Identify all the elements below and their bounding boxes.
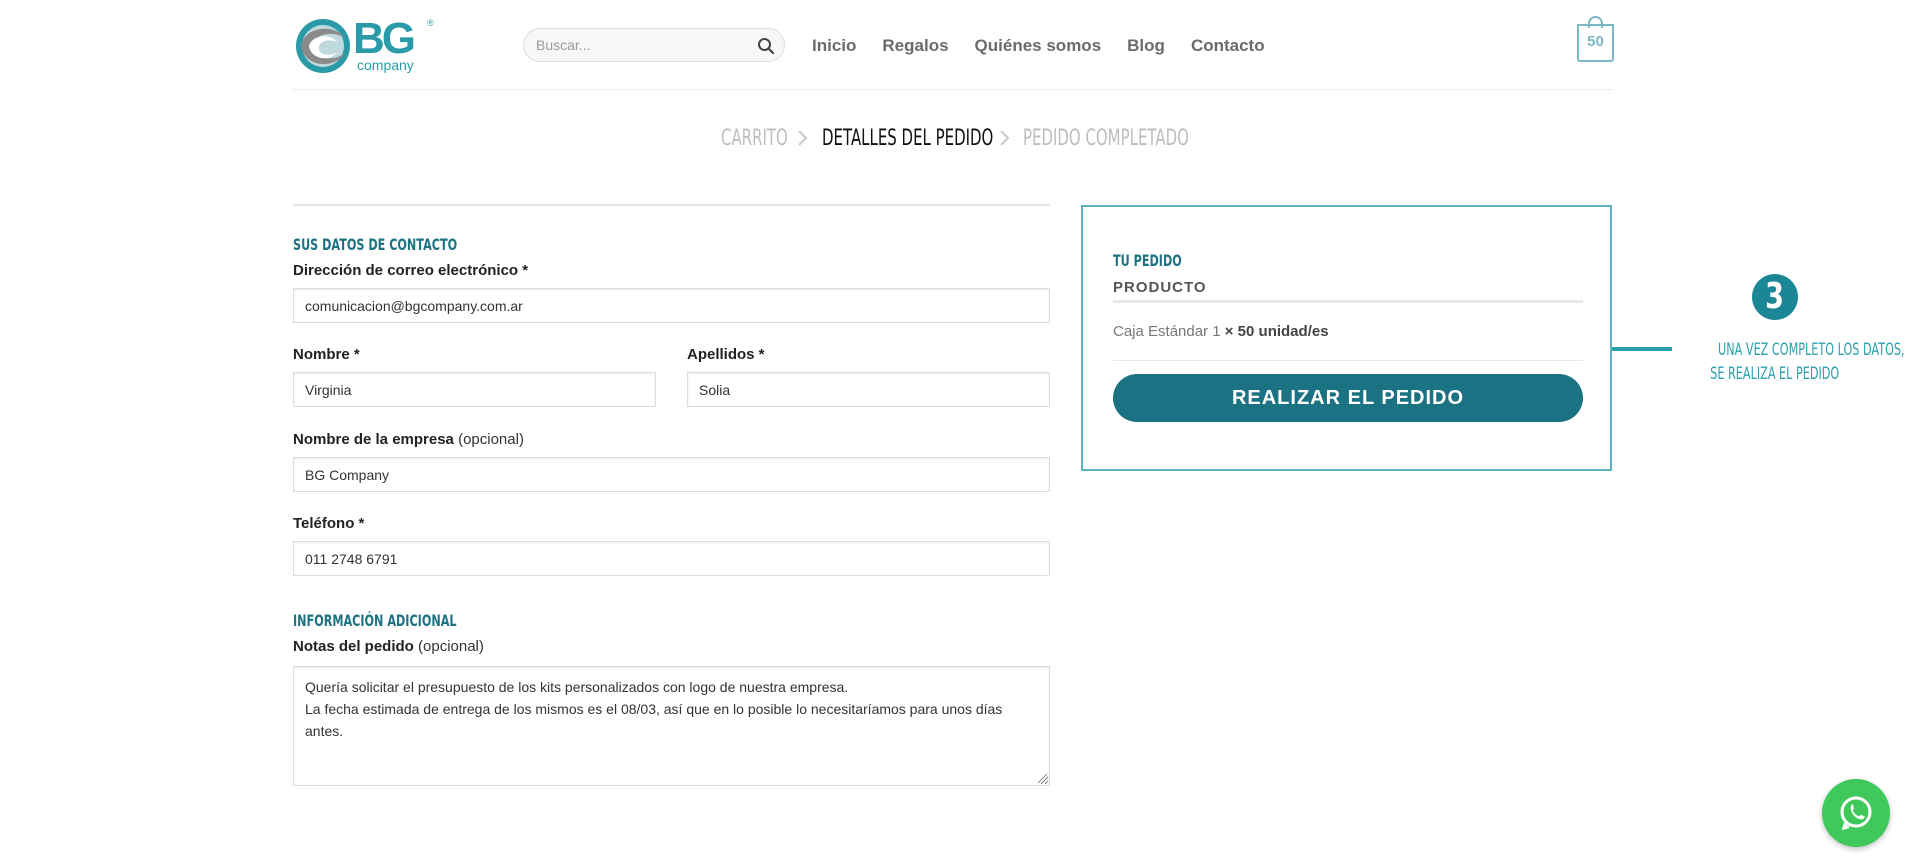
product-column-header: PRODUCTO	[1113, 279, 1583, 303]
email-field[interactable]	[293, 288, 1050, 323]
logo[interactable]: BG company ®	[293, 14, 434, 74]
order-item: Caja Estándar 1 × 50 unidad/es	[1113, 323, 1583, 361]
cart-handle	[1588, 16, 1603, 28]
annotation-text: UNA VEZ COMPLETO LOS DATOS, SE REALIZA E…	[1670, 338, 1904, 386]
notes-label: Notas del pedido (opcional)	[293, 638, 484, 655]
step-chevron-icon	[797, 128, 809, 153]
email-label: Dirección de correo electrónico *	[293, 262, 529, 279]
annotation-line-2: SE REALIZA EL PEDIDO	[1710, 364, 1840, 384]
company-field[interactable]	[293, 457, 1050, 492]
nav-item-contacto[interactable]: Contacto	[1191, 36, 1265, 56]
company-label: Nombre de la empresa (opcional)	[293, 431, 524, 448]
whatsapp-button[interactable]	[1822, 779, 1890, 847]
nav-item-blog[interactable]: Blog	[1127, 36, 1165, 56]
last-name-field[interactable]	[687, 372, 1050, 407]
logo-swirl-icon	[293, 16, 357, 74]
company-optional: (opcional)	[458, 431, 524, 448]
annotation-number: 3	[1765, 276, 1785, 317]
contact-section-title: SUS DATOS DE CONTACTO	[293, 235, 458, 254]
order-title: TU PEDIDO	[1113, 251, 1182, 270]
order-item-name: Caja Estándar 1	[1113, 323, 1221, 340]
annotation-step-badge: 3	[1752, 274, 1798, 320]
step-completed: PEDIDO COMPLETADO	[1023, 126, 1189, 151]
step-chevron-icon	[999, 128, 1011, 153]
search-input[interactable]	[524, 29, 744, 61]
whatsapp-icon	[1840, 796, 1872, 830]
annotation-line-1: UNA VEZ COMPLETO LOS DATOS,	[1718, 340, 1905, 360]
additional-section-title: INFORMACIÓN ADICIONAL	[293, 611, 457, 630]
resize-grip-icon[interactable]	[1036, 772, 1048, 784]
nav-item-regalos[interactable]: Regalos	[882, 36, 948, 56]
order-summary-box: TU PEDIDO PRODUCTO Caja Estándar 1 × 50 …	[1081, 205, 1612, 471]
logo-registered: ®	[427, 18, 434, 28]
cart-icon[interactable]: 50	[1577, 16, 1614, 62]
logo-subtext: company	[357, 57, 414, 73]
cart-count: 50	[1587, 33, 1604, 50]
place-order-button[interactable]: REALIZAR EL PEDIDO	[1113, 374, 1583, 422]
search-box	[523, 28, 785, 62]
nav-item-quienes-somos[interactable]: Quiénes somos	[975, 36, 1102, 56]
phone-label: Teléfono *	[293, 515, 365, 532]
billing-divider	[293, 204, 1050, 206]
first-name-label: Nombre *	[293, 346, 360, 363]
search-icon[interactable]	[757, 37, 775, 55]
nav-item-inicio[interactable]: Inicio	[812, 36, 856, 56]
site-header: BG company ® Inicio Regalos Quiénes somo…	[293, 0, 1614, 90]
first-name-field[interactable]	[293, 372, 656, 407]
phone-field[interactable]	[293, 541, 1050, 576]
notes-optional: (opcional)	[418, 638, 484, 655]
last-name-label: Apellidos *	[687, 346, 765, 363]
main-nav: Inicio Regalos Quiénes somos Blog Contac…	[812, 36, 1265, 56]
order-item-qty: × 50 unidad/es	[1224, 323, 1329, 340]
annotation-connector	[1612, 347, 1672, 351]
logo-text: BG	[353, 14, 416, 63]
notes-label-text: Notas del pedido	[293, 638, 414, 655]
order-notes-textarea[interactable]: Quería solicitar el presupuesto de los k…	[293, 666, 1050, 786]
company-label-text: Nombre de la empresa	[293, 431, 454, 448]
